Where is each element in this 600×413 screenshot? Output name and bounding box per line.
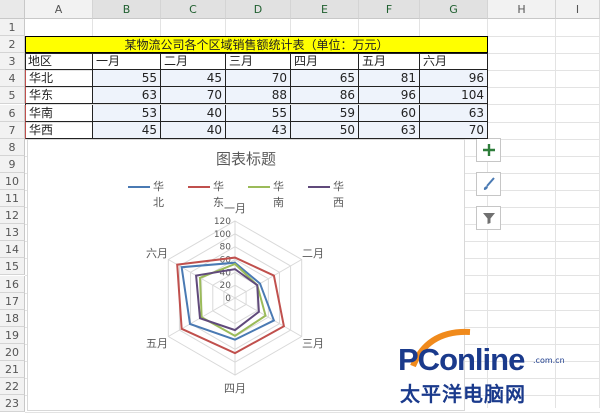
value-cell[interactable]: 86 xyxy=(291,87,359,105)
axis-tick-label: 100 xyxy=(214,230,231,240)
value-cell[interactable]: 70 xyxy=(226,70,291,88)
header-cell[interactable]: 五月 xyxy=(359,53,420,71)
watermark-domain: .com.cn xyxy=(533,356,565,365)
row-header[interactable]: 18 xyxy=(0,309,25,327)
row-header[interactable]: 11 xyxy=(0,190,25,208)
row-header[interactable]: 16 xyxy=(0,275,25,293)
region-cell[interactable]: 华西 xyxy=(25,121,93,139)
column-header[interactable]: A xyxy=(25,0,93,19)
value-cell[interactable]: 63 xyxy=(93,87,161,105)
value-cell[interactable]: 96 xyxy=(359,87,420,105)
column-header[interactable]: C xyxy=(161,0,226,19)
category-label: 六月 xyxy=(146,247,168,260)
value-cell[interactable]: 43 xyxy=(226,121,291,139)
header-cell[interactable]: 二月 xyxy=(161,53,226,71)
column-header[interactable]: F xyxy=(359,0,420,19)
row-header[interactable]: 14 xyxy=(0,241,25,259)
value-cell[interactable]: 53 xyxy=(93,104,161,122)
header-cell[interactable]: 四月 xyxy=(291,53,359,71)
axis-tick-label: 20 xyxy=(220,281,232,291)
column-header[interactable]: D xyxy=(226,0,291,19)
watermark-brand: PConline xyxy=(398,342,525,377)
value-cell[interactable]: 88 xyxy=(226,87,291,105)
row-header[interactable]: 7 xyxy=(0,121,25,139)
row-header[interactable]: 12 xyxy=(0,207,25,225)
category-label: 二月 xyxy=(302,247,324,260)
row-header[interactable]: 15 xyxy=(0,258,25,276)
column-header[interactable]: H xyxy=(488,0,556,19)
axis-tick-label: 0 xyxy=(225,294,231,304)
axis-tick-label: 120 xyxy=(214,217,231,227)
row-header[interactable]: 6 xyxy=(0,104,25,122)
chart-elements-button[interactable] xyxy=(476,138,501,162)
header-cell[interactable]: 地区 xyxy=(25,53,93,71)
filter-icon xyxy=(482,213,495,224)
value-cell[interactable]: 70 xyxy=(161,87,226,105)
row-header[interactable]: 1 xyxy=(0,19,25,37)
row-header[interactable]: 20 xyxy=(0,343,25,361)
row-header[interactable]: 10 xyxy=(0,172,25,190)
pconline-watermark: PConline .com.cn 太平洋电脑网 xyxy=(388,328,593,406)
region-cell[interactable]: 华南 xyxy=(25,104,93,122)
value-cell[interactable]: 60 xyxy=(359,104,420,122)
chart-filters-button[interactable] xyxy=(476,206,501,230)
value-cell[interactable]: 45 xyxy=(161,70,226,88)
category-label: 三月 xyxy=(302,337,324,350)
header-cell[interactable]: 六月 xyxy=(420,53,488,71)
select-all-corner[interactable] xyxy=(0,0,25,19)
value-cell[interactable]: 40 xyxy=(161,121,226,139)
value-cell[interactable]: 70 xyxy=(420,121,488,139)
column-header[interactable]: B xyxy=(93,0,161,19)
row-header[interactable]: 13 xyxy=(0,224,25,242)
value-cell[interactable]: 55 xyxy=(226,104,291,122)
value-cell[interactable]: 40 xyxy=(161,104,226,122)
row-header[interactable]: 5 xyxy=(0,87,25,105)
row-header[interactable]: 2 xyxy=(0,36,25,54)
row-header[interactable]: 22 xyxy=(0,378,25,396)
category-label: 五月 xyxy=(146,337,168,350)
column-header[interactable]: E xyxy=(291,0,359,19)
category-label: 四月 xyxy=(224,382,246,395)
value-cell[interactable]: 81 xyxy=(359,70,420,88)
axis-tick-label: 80 xyxy=(220,242,232,252)
header-cell[interactable]: 三月 xyxy=(226,53,291,71)
row-header[interactable]: 9 xyxy=(0,155,25,173)
row-header[interactable]: 19 xyxy=(0,326,25,344)
category-label: 一月 xyxy=(224,202,246,215)
value-cell[interactable]: 45 xyxy=(93,121,161,139)
value-cell[interactable]: 59 xyxy=(291,104,359,122)
value-cell[interactable]: 63 xyxy=(359,121,420,139)
row-header[interactable]: 21 xyxy=(0,361,25,379)
column-header[interactable]: G xyxy=(420,0,488,19)
row-header[interactable]: 3 xyxy=(0,53,25,71)
region-cell[interactable]: 华北 xyxy=(25,70,93,88)
table-title-cell[interactable]: 某物流公司各个区域销售额统计表（单位：万元） xyxy=(25,36,488,54)
row-header[interactable]: 4 xyxy=(0,70,25,88)
row-header[interactable]: 23 xyxy=(0,395,25,413)
value-cell[interactable]: 50 xyxy=(291,121,359,139)
chart-styles-button[interactable] xyxy=(476,172,501,196)
value-cell[interactable]: 96 xyxy=(420,70,488,88)
column-header[interactable]: I xyxy=(556,0,600,19)
row-header[interactable]: 8 xyxy=(0,138,25,156)
value-cell[interactable]: 104 xyxy=(420,87,488,105)
row-header[interactable]: 17 xyxy=(0,292,25,310)
header-cell[interactable]: 一月 xyxy=(93,53,161,71)
value-cell[interactable]: 63 xyxy=(420,104,488,122)
brush-icon xyxy=(483,177,495,190)
region-cell[interactable]: 华东 xyxy=(25,87,93,105)
watermark-chinese: 太平洋电脑网 xyxy=(400,382,526,406)
plus-icon xyxy=(482,144,495,156)
value-cell[interactable]: 65 xyxy=(291,70,359,88)
value-cell[interactable]: 55 xyxy=(93,70,161,88)
